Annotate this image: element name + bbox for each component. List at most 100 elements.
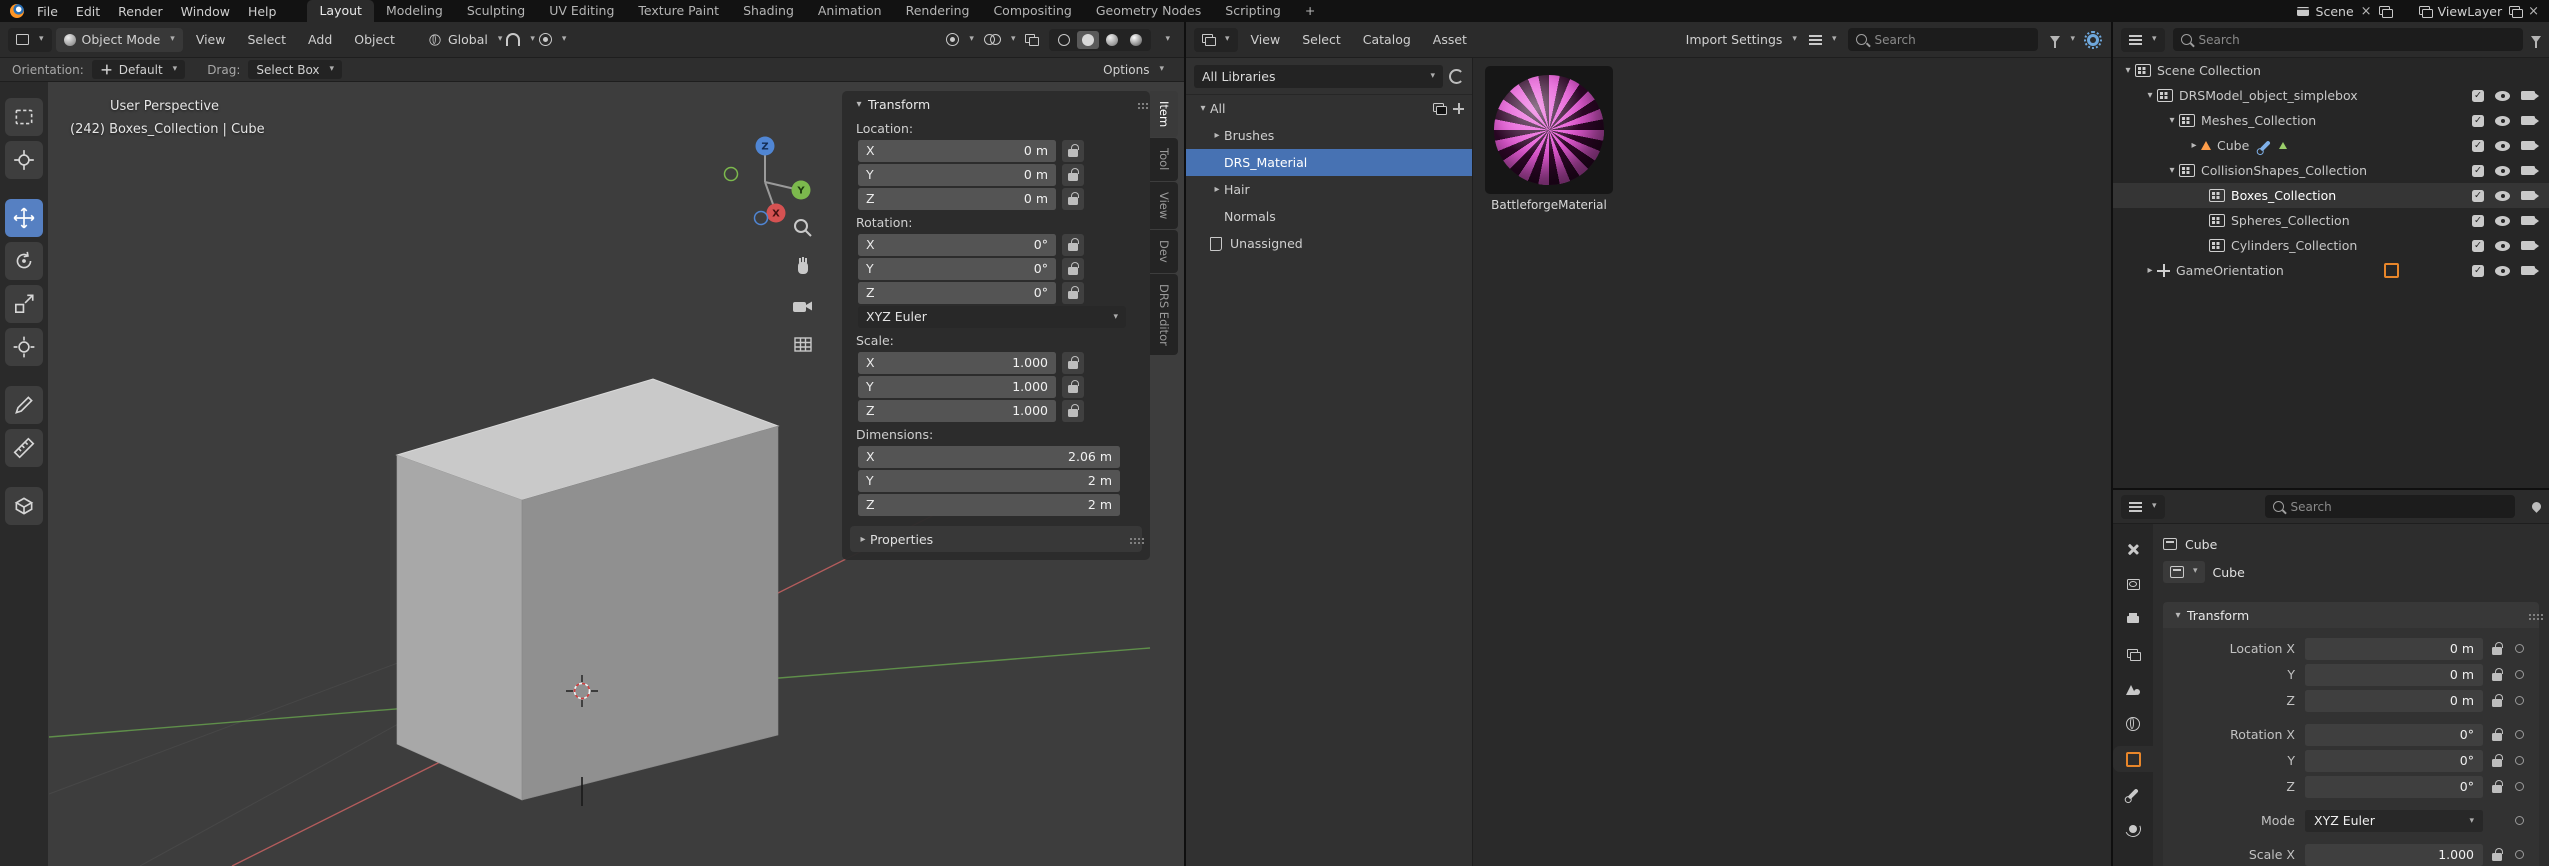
rotation-z-field[interactable]: Z 0° bbox=[858, 281, 1056, 304]
asset-filter-dropdown[interactable] bbox=[2050, 35, 2075, 48]
overlays-dropdown[interactable] bbox=[983, 33, 1016, 46]
menu-catalog[interactable]: Catalog bbox=[1354, 22, 1420, 57]
shading-material-button[interactable] bbox=[1101, 31, 1123, 49]
gizmo-y-neg-axis[interactable] bbox=[723, 166, 739, 182]
location-z-field[interactable]: 0 m bbox=[2305, 689, 2483, 712]
editor-3d-viewport-icon[interactable] bbox=[8, 27, 52, 52]
snap-dropdown[interactable] bbox=[506, 33, 535, 46]
lock-icon[interactable] bbox=[2487, 750, 2507, 772]
keyframe-dot[interactable] bbox=[2515, 850, 2524, 859]
scale-x-field[interactable]: X 1.000 bbox=[858, 351, 1056, 374]
lock-icon[interactable] bbox=[2487, 724, 2507, 746]
menu-select[interactable]: Select bbox=[238, 22, 295, 57]
chevron-right-icon[interactable] bbox=[2143, 265, 2157, 276]
editor-properties-icon[interactable] bbox=[2121, 494, 2165, 519]
render-camera-icon[interactable] bbox=[2521, 141, 2539, 150]
outliner-row-cylinders-collection[interactable]: Cylinders_Collection bbox=[2113, 233, 2549, 258]
catalog-item-brushes[interactable]: Brushes bbox=[1186, 122, 1472, 149]
lock-icon[interactable] bbox=[1062, 351, 1084, 374]
asset-search-input[interactable] bbox=[1848, 32, 2039, 47]
tab-modifiers[interactable] bbox=[2113, 781, 2153, 807]
rotation-x-field[interactable]: 0° bbox=[2305, 723, 2483, 746]
transform-orientation-dropdown[interactable]: Global bbox=[428, 32, 502, 47]
hide-eye-icon[interactable] bbox=[2495, 190, 2510, 201]
dimensions-x-field[interactable]: X 2.06 m bbox=[858, 445, 1120, 468]
tab-view[interactable]: View bbox=[1150, 181, 1178, 229]
gizmo-toggle-icon[interactable] bbox=[946, 33, 960, 46]
tool-scale-button[interactable] bbox=[5, 285, 43, 323]
snap-magnet-icon[interactable] bbox=[506, 33, 521, 46]
workspace-tab-modeling[interactable]: Modeling bbox=[374, 0, 455, 22]
hide-eye-icon[interactable] bbox=[2495, 115, 2510, 126]
outliner-search-input[interactable] bbox=[2172, 32, 2523, 47]
menu-window[interactable]: Window bbox=[172, 0, 239, 22]
orientation-setting-dropdown[interactable]: Default bbox=[91, 60, 186, 79]
mesh-data-icon[interactable] bbox=[2279, 142, 2288, 149]
keyframe-dot[interactable] bbox=[2515, 756, 2524, 765]
shading-rendered-button[interactable] bbox=[1125, 31, 1147, 49]
workspace-tab-compositing[interactable]: Compositing bbox=[981, 0, 1083, 22]
keyframe-dot[interactable] bbox=[2515, 670, 2524, 679]
blender-logo-icon[interactable] bbox=[10, 4, 24, 18]
hide-eye-icon[interactable] bbox=[2495, 215, 2510, 226]
render-camera-icon[interactable] bbox=[2521, 216, 2539, 225]
render-camera-icon[interactable] bbox=[2521, 241, 2539, 250]
hide-eye-icon[interactable] bbox=[2495, 240, 2510, 251]
lock-icon[interactable] bbox=[1062, 187, 1084, 210]
display-size-dropdown[interactable] bbox=[1808, 34, 1837, 45]
navigation-gizmo[interactable]: Z Y X bbox=[717, 132, 813, 228]
outliner-row-cube[interactable]: Cube bbox=[2113, 133, 2549, 158]
panel-grip-icon[interactable] bbox=[1138, 103, 1140, 105]
location-y-field[interactable]: 0 m bbox=[2305, 663, 2483, 686]
drag-setting-dropdown[interactable]: Select Box bbox=[248, 60, 343, 79]
chevron-down-icon[interactable] bbox=[1196, 103, 1210, 114]
options-dropdown[interactable]: Options bbox=[1103, 63, 1172, 77]
workspace-tab-geometry-nodes[interactable]: Geometry Nodes bbox=[1084, 0, 1213, 22]
breadcrumb-data-name[interactable]: Cube bbox=[2213, 565, 2245, 580]
scale-z-field[interactable]: Z 1.000 bbox=[858, 399, 1056, 422]
refresh-library-icon[interactable] bbox=[1449, 68, 1464, 84]
lock-icon[interactable] bbox=[1062, 281, 1084, 304]
gizmo-z-neg-axis[interactable] bbox=[753, 210, 769, 226]
hide-eye-icon[interactable] bbox=[2495, 265, 2510, 276]
gizmos-dropdown[interactable] bbox=[946, 33, 974, 46]
transform-panel-header[interactable]: Transform bbox=[842, 91, 1150, 117]
render-camera-icon[interactable] bbox=[2521, 191, 2539, 200]
location-z-field[interactable]: Z0 m bbox=[858, 187, 1056, 210]
library-dropdown[interactable]: All Libraries bbox=[1194, 64, 1443, 88]
add-workspace-button[interactable]: + bbox=[1293, 0, 1327, 22]
hide-eye-icon[interactable] bbox=[2495, 165, 2510, 176]
tool-select-box-button[interactable] bbox=[5, 98, 43, 136]
chevron-down-icon[interactable] bbox=[2165, 165, 2179, 176]
rotation-z-field[interactable]: 0° bbox=[2305, 775, 2483, 798]
location-y-field[interactable]: Y0 m bbox=[858, 163, 1056, 186]
outliner-row-gameorientation[interactable]: GameOrientation bbox=[2113, 258, 2549, 283]
lock-icon[interactable] bbox=[1062, 257, 1084, 280]
rotation-x-field[interactable]: X 0° bbox=[858, 233, 1056, 256]
lock-icon[interactable] bbox=[2487, 844, 2507, 866]
tool-annotate-button[interactable] bbox=[5, 386, 43, 424]
chevron-right-icon[interactable] bbox=[1210, 130, 1224, 141]
camera-view-icon[interactable] bbox=[790, 294, 816, 318]
menu-render[interactable]: Render bbox=[109, 0, 172, 22]
lock-icon[interactable] bbox=[1062, 139, 1084, 162]
exclude-checkbox[interactable] bbox=[2472, 264, 2484, 277]
menu-add[interactable]: Add bbox=[299, 22, 341, 57]
outliner-row-boxes-collection[interactable]: Boxes_Collection bbox=[2113, 183, 2549, 208]
outliner-row-meshes-collection[interactable]: Meshes_Collection bbox=[2113, 108, 2549, 133]
menu-select[interactable]: Select bbox=[1293, 22, 1350, 57]
properties-search-input[interactable] bbox=[2264, 499, 2515, 514]
tool-measure-button[interactable] bbox=[5, 429, 43, 467]
import-settings-dropdown[interactable]: Import Settings bbox=[1686, 32, 1797, 47]
menu-view[interactable]: View bbox=[1242, 22, 1290, 57]
outliner-row-spheres-collection[interactable]: Spheres_Collection bbox=[2113, 208, 2549, 233]
location-x-field[interactable]: X0 m bbox=[858, 139, 1056, 162]
tab-render[interactable] bbox=[2113, 571, 2153, 597]
chevron-down-icon[interactable] bbox=[2121, 65, 2135, 76]
tool-add-cube-button[interactable] bbox=[5, 487, 43, 525]
lock-icon[interactable] bbox=[2487, 690, 2507, 712]
catalog-item-drs-material[interactable]: DRS_Material bbox=[1186, 149, 1472, 176]
workspace-tab-texture-paint[interactable]: Texture Paint bbox=[626, 0, 731, 22]
transform-panel-header[interactable]: Transform bbox=[2163, 602, 2539, 628]
dimensions-z-field[interactable]: Z2 m bbox=[858, 493, 1120, 516]
